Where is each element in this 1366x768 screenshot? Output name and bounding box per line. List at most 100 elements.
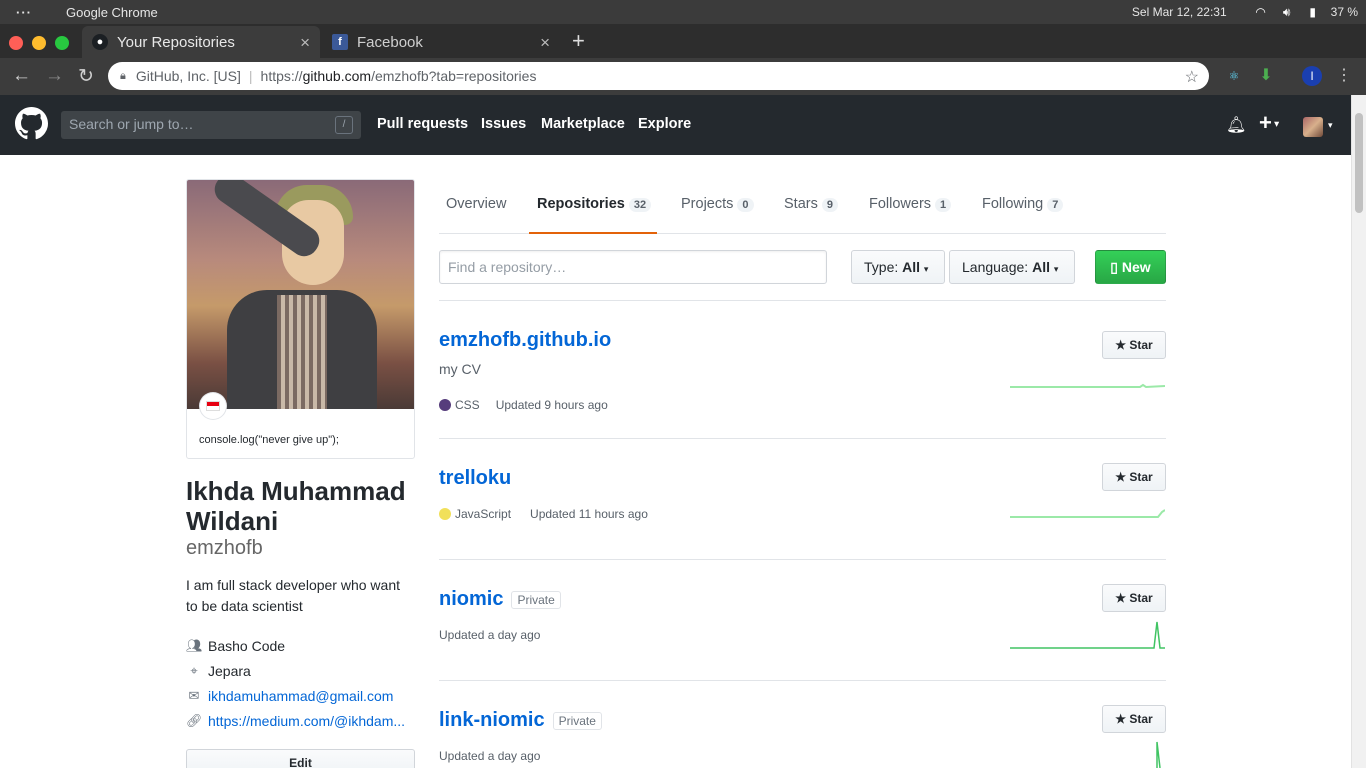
scrollbar-thumb[interactable]: [1355, 113, 1363, 213]
url-domain: github.com: [302, 68, 372, 84]
browser-menu-icon[interactable]: ⋮: [1334, 66, 1354, 86]
edit-profile-button[interactable]: Edit: [186, 749, 415, 768]
back-icon[interactable]: ←: [12, 65, 31, 87]
wifi-icon[interactable]: ◠: [1253, 5, 1269, 19]
mail-icon: ✉: [188, 688, 200, 703]
star-button[interactable]: ★ Star: [1102, 584, 1166, 612]
github-icon: ●: [92, 34, 108, 50]
browser-tab-title: Your Repositories: [117, 33, 235, 51]
tab-repositories[interactable]: Repositories 32: [537, 196, 652, 212]
url-path: /emzhofb?tab=repositories: [371, 68, 537, 84]
bookmark-star-icon[interactable]: ☆: [1185, 67, 1199, 87]
facebook-icon: f: [332, 34, 348, 50]
indonesia-flag-icon: [206, 401, 220, 411]
star-button[interactable]: ★ Star: [1102, 463, 1166, 491]
repo-name-link[interactable]: trelloku: [439, 467, 511, 490]
profile-bio: I am full stack developer who want to be…: [186, 577, 400, 614]
language-filter-dropdown[interactable]: Language: All ▾: [949, 250, 1075, 284]
nav-issues[interactable]: Issues: [481, 116, 526, 132]
find-repository-input[interactable]: Find a repository…: [439, 250, 827, 284]
repo-description: my CV: [439, 361, 481, 377]
language-color-dot: [439, 399, 451, 411]
selected-tab-indicator: [529, 232, 657, 234]
tab-projects[interactable]: Projects 0: [681, 196, 754, 212]
react-devtools-icon[interactable]: ⚛: [1224, 66, 1244, 86]
browser-toolbar: ← → ↻ 🔒︎ GitHub, Inc. [US] | https://git…: [0, 58, 1366, 95]
website-link[interactable]: https://medium.com/@ikhdam...: [208, 713, 405, 729]
maximize-window-button[interactable]: [55, 36, 69, 50]
browser-tab-facebook[interactable]: f Facebook ×: [322, 26, 560, 58]
type-filter-dropdown[interactable]: Type: All ▾: [851, 250, 945, 284]
volume-icon[interactable]: 🔊︎: [1279, 5, 1295, 19]
divider: [439, 300, 1166, 301]
profile-avatar-card: console.log("never give up");: [186, 179, 415, 459]
repo-name-link[interactable]: emzhofb.github.io: [439, 329, 611, 352]
new-tab-button[interactable]: +: [572, 28, 585, 54]
profile-full-name: Ikhda Muhammad Wildani: [186, 476, 406, 536]
user-avatar-menu[interactable]: [1303, 117, 1323, 137]
repo-updated: Updated 9 hours ago: [495, 398, 608, 412]
repo-name-link[interactable]: link-niomic Private: [439, 709, 602, 732]
profile-avatar[interactable]: I: [1302, 66, 1322, 86]
nav-pull-requests[interactable]: Pull requests: [377, 116, 468, 132]
divider: [439, 680, 1166, 681]
repo-meta: Updated a day ago: [439, 628, 540, 642]
new-repository-button[interactable]: ▯ New: [1095, 250, 1166, 284]
repo-meta: CSS Updated 9 hours ago: [439, 398, 608, 412]
activity-sparkline: [1010, 383, 1165, 389]
close-tab-icon[interactable]: ×: [540, 33, 550, 53]
star-icon: ★: [1115, 712, 1127, 726]
os-menu-dots[interactable]: ···: [0, 5, 48, 20]
minimize-window-button[interactable]: [32, 36, 46, 50]
star-icon: ★: [1115, 470, 1127, 484]
tab-following[interactable]: Following 7: [982, 196, 1064, 212]
tab-followers[interactable]: Followers 1: [869, 196, 952, 212]
repo-language: CSS: [455, 398, 480, 412]
chevron-down-icon: ▾: [923, 264, 929, 274]
profile-photo[interactable]: [187, 180, 414, 409]
close-window-button[interactable]: [9, 36, 23, 50]
github-header: Search or jump to… / Pull requests Issue…: [0, 95, 1351, 155]
battery-icon[interactable]: ▮: [1305, 5, 1321, 19]
os-top-bar: ··· Google Chrome Sel Mar 12, 22:31 ◠ 🔊︎…: [0, 0, 1366, 24]
create-new-dropdown[interactable]: + ▾: [1259, 110, 1279, 136]
tab-count: 7: [1047, 198, 1064, 212]
notifications-bell-icon[interactable]: 🔔︎: [1226, 115, 1246, 135]
global-search-input[interactable]: Search or jump to… /: [61, 111, 361, 139]
github-logo-icon[interactable]: [15, 107, 48, 140]
browser-tab-github[interactable]: ● Your Repositories ×: [82, 26, 320, 58]
repo-language: JavaScript: [455, 507, 512, 521]
divider: [439, 438, 1166, 439]
nav-explore[interactable]: Explore: [638, 116, 691, 132]
reload-icon[interactable]: ↻: [78, 65, 94, 88]
chevron-down-icon: ▾: [1053, 264, 1059, 274]
link-icon: 🔗︎: [186, 713, 203, 728]
tab-count: 0: [737, 198, 754, 212]
page-scrollbar[interactable]: [1351, 95, 1366, 768]
tab-count: 9: [821, 198, 838, 212]
tab-overview[interactable]: Overview: [446, 196, 506, 212]
close-tab-icon[interactable]: ×: [300, 33, 310, 53]
divider: [439, 559, 1166, 560]
address-bar[interactable]: 🔒︎ GitHub, Inc. [US] | https://github.co…: [108, 62, 1209, 90]
email-link[interactable]: ikhdamuhammad@gmail.com: [208, 688, 393, 704]
chevron-down-icon[interactable]: ▾: [1328, 120, 1333, 131]
repo-meta: Updated a day ago: [439, 749, 540, 763]
battery-percent: 37 %: [1330, 5, 1358, 19]
nav-marketplace[interactable]: Marketplace: [541, 116, 625, 132]
forward-icon[interactable]: →: [45, 65, 64, 87]
profile-status[interactable]: console.log("never give up");: [199, 434, 339, 446]
profile-website: 🔗︎ https://medium.com/@ikhdam...: [186, 713, 405, 729]
lock-icon[interactable]: 🔒︎: [120, 70, 126, 83]
repo-name-link[interactable]: niomic Private: [439, 588, 561, 611]
status-emoji[interactable]: [200, 393, 226, 419]
download-extension-icon[interactable]: ⬇: [1256, 66, 1276, 86]
star-button[interactable]: ★ Star: [1102, 331, 1166, 359]
private-badge: Private: [511, 590, 561, 609]
tab-stars[interactable]: Stars 9: [784, 196, 838, 212]
profile-email: ✉ ikhdamuhammad@gmail.com: [186, 688, 394, 704]
location-icon: ⌖: [190, 663, 198, 678]
site-identity: GitHub, Inc. [US]: [135, 68, 241, 84]
star-button[interactable]: ★ Star: [1102, 705, 1166, 733]
os-clock[interactable]: Sel Mar 12, 22:31: [1132, 5, 1227, 19]
